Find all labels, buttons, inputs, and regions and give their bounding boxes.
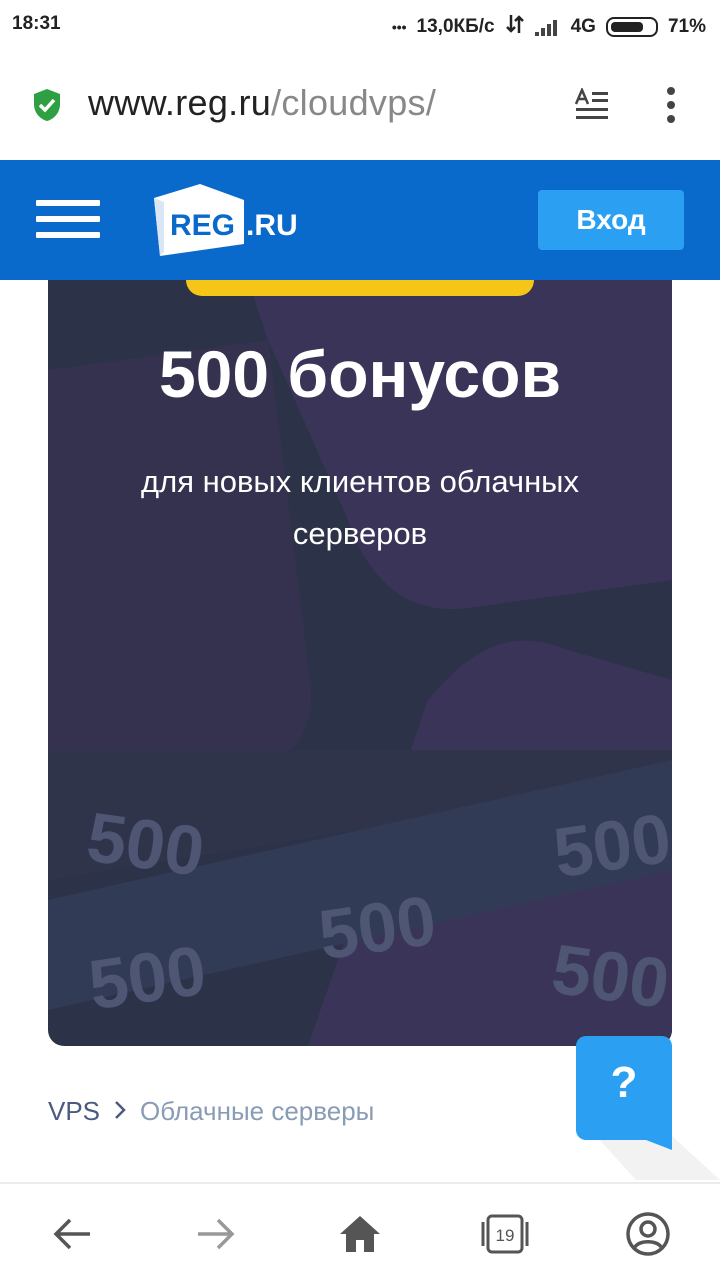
breadcrumb-item-vps[interactable]: VPS xyxy=(48,1096,100,1127)
banner-subtitle: для новых клиентов облачных серверов xyxy=(141,464,579,551)
url-path: /cloudvps/ xyxy=(271,82,437,123)
status-bar: 18:31 ••• 13,0КБ/с 4G 71% xyxy=(0,0,720,50)
status-time: 18:31 xyxy=(12,13,61,34)
browser-url-bar: www.reg.ru/cloudvps/ xyxy=(0,50,720,160)
watermark-500: 500 xyxy=(84,931,211,1024)
breadcrumb-item-current: Облачные серверы xyxy=(140,1096,375,1126)
site-logo[interactable]: REG .RU xyxy=(150,182,320,263)
status-battery: 71% xyxy=(667,16,706,37)
login-button[interactable]: Вход xyxy=(538,190,684,250)
status-right: ••• 13,0КБ/с 4G 71% xyxy=(392,13,706,41)
url-host: www.reg.ru xyxy=(88,82,272,123)
url-field[interactable]: www.reg.ru/cloudvps/ xyxy=(88,82,436,124)
overflow-menu-icon[interactable] xyxy=(664,86,678,129)
tabs-icon[interactable]: 19 xyxy=(480,1210,529,1258)
status-network: 4G xyxy=(570,16,596,37)
promo-banner: 500 500 500 500 500 500 бонусов для новы… xyxy=(48,280,672,1046)
browser-bottom-nav: 19 xyxy=(0,1182,720,1280)
banner-title: 500 бонусов xyxy=(158,337,562,411)
help-chat-button[interactable]: ? xyxy=(576,1036,720,1180)
watermark-500: 500 xyxy=(314,881,441,974)
home-icon[interactable] xyxy=(336,1210,384,1258)
help-label: ? xyxy=(610,1058,638,1107)
status-speed: 13,0КБ/с xyxy=(416,16,495,37)
breadcrumb: VPS Облачные серверы xyxy=(48,1096,374,1127)
arrow-left-icon[interactable] xyxy=(50,1210,98,1258)
watermark-500: 500 xyxy=(547,930,672,1023)
shield-check-icon[interactable] xyxy=(32,88,62,127)
status-dots: ••• xyxy=(391,19,407,35)
logo-main: REG xyxy=(170,209,235,242)
watermark-500: 500 xyxy=(549,799,672,892)
battery-icon xyxy=(605,17,658,37)
promo-ribbon xyxy=(186,280,534,296)
reader-mode-icon[interactable] xyxy=(574,86,610,127)
data-arrows-icon xyxy=(505,13,525,41)
profile-icon[interactable] xyxy=(624,1210,672,1258)
chevron-right-icon xyxy=(114,1096,126,1127)
arrow-right-icon[interactable] xyxy=(190,1210,238,1258)
tabs-count: 19 xyxy=(496,1226,515,1245)
hamburger-icon[interactable] xyxy=(36,200,100,240)
watermark-500: 500 xyxy=(82,798,209,891)
site-header: REG .RU Вход xyxy=(0,160,720,280)
logo-suffix: .RU xyxy=(246,209,298,242)
signal-icon xyxy=(534,18,561,36)
